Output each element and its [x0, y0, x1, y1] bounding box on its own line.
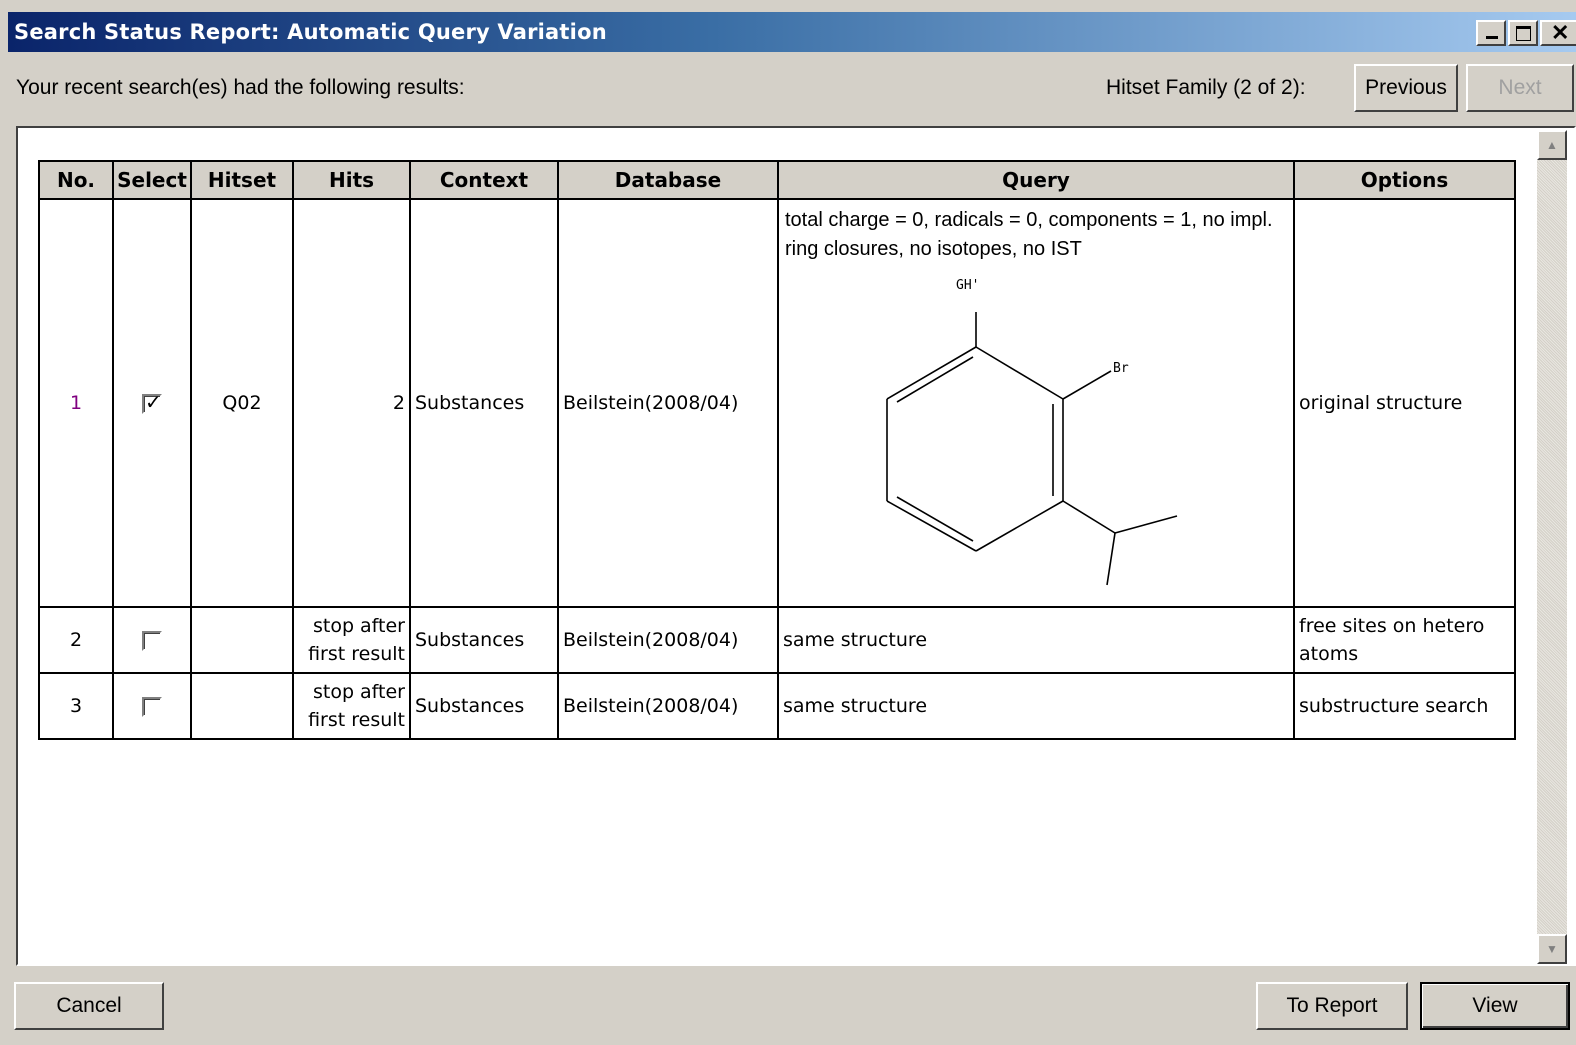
- row-number: 3: [38, 672, 114, 740]
- intro-text: Your recent search(es) had the following…: [16, 76, 465, 99]
- database-cell: Beilstein(2008/04): [557, 606, 779, 674]
- title-bar: Search Status Report: Automatic Query Va…: [8, 12, 1576, 52]
- options-cell: free sites on hetero atoms: [1293, 606, 1516, 674]
- context-cell: Substances: [409, 672, 559, 740]
- next-button[interactable]: Next: [1466, 64, 1574, 112]
- window-title: Search Status Report: Automatic Query Va…: [14, 20, 607, 44]
- column-header-select: Select: [112, 160, 192, 200]
- minimize-icon: [1486, 36, 1498, 39]
- select-cell: [112, 672, 192, 740]
- row-number: 1: [38, 198, 114, 608]
- query-cell: total charge = 0, radicals = 0, componen…: [777, 198, 1295, 608]
- close-icon: ✕: [1551, 20, 1570, 45]
- select-checkbox[interactable]: ✓: [142, 390, 162, 414]
- select-cell: ✓: [112, 198, 192, 608]
- structure-label-top: GH': [956, 278, 979, 293]
- results-table: No. Select Hitset Hits Context Database …: [38, 160, 1516, 740]
- query-description: total charge = 0, radicals = 0, componen…: [785, 209, 1273, 260]
- vertical-scrollbar[interactable]: ▲ ▼: [1537, 130, 1567, 964]
- database-cell: Beilstein(2008/04): [557, 672, 779, 740]
- minimize-button[interactable]: [1476, 20, 1506, 46]
- column-header-hitset: Hitset: [190, 160, 294, 200]
- maximize-icon: [1516, 26, 1531, 41]
- context-cell: Substances: [409, 198, 559, 608]
- column-header-no: No.: [38, 160, 114, 200]
- table-header-row: No. Select Hitset Hits Context Database …: [38, 160, 1516, 200]
- row-number: 2: [38, 606, 114, 674]
- hitset-cell: [190, 606, 294, 674]
- previous-button[interactable]: Previous: [1354, 64, 1458, 112]
- options-cell: original structure: [1293, 198, 1516, 608]
- context-cell: Substances: [409, 606, 559, 674]
- query-cell: same structure: [777, 606, 1295, 674]
- close-button[interactable]: ✕: [1540, 20, 1576, 46]
- select-checkbox[interactable]: [142, 696, 162, 717]
- arrow-up-icon: ▲: [1546, 138, 1558, 152]
- scroll-up-button[interactable]: ▲: [1537, 130, 1567, 160]
- select-checkbox[interactable]: [142, 630, 162, 651]
- arrow-down-icon: ▼: [1546, 942, 1558, 956]
- select-cell: [112, 606, 192, 674]
- hits-cell: stop after first result: [292, 606, 411, 674]
- maximize-button[interactable]: [1508, 20, 1538, 46]
- cancel-button[interactable]: Cancel: [14, 982, 164, 1030]
- table-row[interactable]: 3 stop after first result Substances Bei…: [38, 672, 1516, 740]
- options-cell: substructure search: [1293, 672, 1516, 740]
- structure-drawing: GH' Br: [886, 278, 1178, 586]
- hitset-cell: Q02: [190, 198, 294, 608]
- column-header-hits: Hits: [292, 160, 411, 200]
- query-cell: same structure: [777, 672, 1295, 740]
- hits-cell: 2: [292, 198, 411, 608]
- to-report-button[interactable]: To Report: [1256, 982, 1408, 1030]
- table-row[interactable]: 2 stop after first result Substances Bei…: [38, 606, 1516, 674]
- check-icon: ✓: [145, 389, 162, 414]
- database-cell: Beilstein(2008/04): [557, 198, 779, 608]
- view-button[interactable]: View: [1420, 982, 1570, 1030]
- scroll-down-button[interactable]: ▼: [1537, 934, 1567, 964]
- column-header-query: Query: [777, 160, 1295, 200]
- table-row[interactable]: 1 ✓ Q02 2 Substances Beilstein(2008/04) …: [38, 198, 1516, 608]
- hitset-family-label: Hitset Family (2 of 2):: [1106, 76, 1306, 99]
- structure-label-br: Br: [1113, 361, 1129, 376]
- column-header-database: Database: [557, 160, 779, 200]
- column-header-context: Context: [409, 160, 559, 200]
- hitset-cell: [190, 672, 294, 740]
- hits-cell: stop after first result: [292, 672, 411, 740]
- column-header-options: Options: [1293, 160, 1516, 200]
